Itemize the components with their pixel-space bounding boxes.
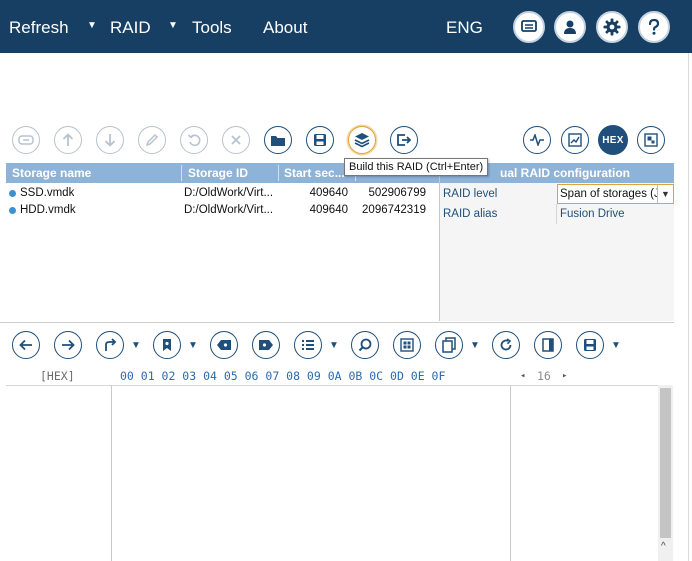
bookmark-dropdown-icon[interactable]: ▼ <box>188 341 198 351</box>
width-decrease-icon[interactable]: ◂ <box>520 369 525 383</box>
raid-level-value: Span of storages (J <box>560 188 660 200</box>
table-row[interactable]: SSD.vmdk D:/OldWork/Virt... 409640 50290… <box>6 185 439 202</box>
storage-status-icon <box>9 190 16 197</box>
raid-alias-field[interactable]: Fusion Drive <box>560 204 625 224</box>
tools-menu[interactable]: Tools <box>192 0 232 53</box>
table-row[interactable]: HDD.vmdk D:/OldWork/Virt... 409640 20967… <box>6 202 439 219</box>
horizontal-splitter[interactable] <box>0 322 674 323</box>
storage-name: SSD.vmdk <box>20 187 75 199</box>
raid-alias-label: RAID alias <box>443 208 498 220</box>
prev-bookmark-icon[interactable] <box>210 331 238 359</box>
raid-level-label: RAID level <box>443 188 498 200</box>
raid-menu[interactable]: RAID <box>110 0 151 53</box>
panel-icon[interactable] <box>534 331 562 359</box>
edit-icon[interactable] <box>138 126 166 154</box>
column-storage-id[interactable]: Storage ID <box>188 163 278 183</box>
sector-count: 502906799 <box>368 187 426 199</box>
hex-view-area[interactable] <box>6 385 673 561</box>
raid-level-row: RAID level Span of storages (J ▼ <box>440 184 674 204</box>
jump-icon[interactable] <box>96 331 124 359</box>
raid-level-select[interactable]: Span of storages (J ▼ <box>557 184 674 204</box>
refresh-menu[interactable]: Refresh <box>9 0 69 53</box>
column-storage-name[interactable]: Storage name <box>12 163 182 183</box>
build-raid-icon[interactable] <box>348 126 376 154</box>
tile-icon[interactable] <box>637 126 665 154</box>
down-arrow-icon[interactable] <box>96 126 124 154</box>
list-dropdown-icon[interactable]: ▼ <box>329 341 339 351</box>
grid-icon[interactable] <box>393 331 421 359</box>
language-selector[interactable]: ENG <box>446 0 483 53</box>
merge-icon[interactable] <box>12 126 40 154</box>
storage-name: HDD.vmdk <box>20 204 76 216</box>
storage-status-icon <box>9 207 16 214</box>
monitor-icon[interactable] <box>513 11 545 43</box>
about-menu[interactable]: About <box>263 0 307 53</box>
open-folder-icon[interactable] <box>264 126 292 154</box>
refresh-dropdown-icon[interactable]: ▼ <box>87 0 97 53</box>
chart-icon[interactable] <box>561 126 589 154</box>
start-sector: 409640 <box>309 187 348 199</box>
jump-dropdown-icon[interactable]: ▼ <box>131 341 141 351</box>
gear-icon[interactable] <box>596 11 628 43</box>
list-icon[interactable] <box>294 331 322 359</box>
top-menu-bar: Refresh ▼ RAID ▼ Tools About ENG <box>0 0 692 53</box>
build-raid-tooltip: Build this RAID (Ctrl+Enter) <box>344 158 489 176</box>
forward-icon[interactable] <box>54 331 82 359</box>
save-icon[interactable] <box>576 331 604 359</box>
hex-scrollbar-thumb[interactable] <box>660 388 671 538</box>
copy-dropdown-icon[interactable]: ▼ <box>470 341 480 351</box>
back-icon[interactable] <box>12 331 40 359</box>
user-icon[interactable] <box>554 11 586 43</box>
start-sector: 409640 <box>309 204 348 216</box>
up-arrow-icon[interactable] <box>54 126 82 154</box>
scroll-up-icon[interactable]: ^ <box>661 541 666 552</box>
window-right-edge <box>688 53 692 561</box>
sector-count: 2096742319 <box>362 204 426 216</box>
bookmark-icon[interactable] <box>153 331 181 359</box>
undo-icon[interactable] <box>180 126 208 154</box>
save-dropdown-icon[interactable]: ▼ <box>611 341 621 351</box>
storage-id: D:/OldWork/Virt... <box>184 204 274 216</box>
raid-alias-row: RAID alias Fusion Drive <box>440 204 674 224</box>
delete-icon[interactable] <box>222 126 250 154</box>
save-icon[interactable] <box>306 126 334 154</box>
export-icon[interactable] <box>390 126 418 154</box>
copy-icon[interactable] <box>435 331 463 359</box>
hex-column-header: 00 01 02 03 04 05 06 07 08 09 0A 0B 0C 0… <box>120 369 446 383</box>
hex-icon[interactable]: HEX <box>598 125 628 155</box>
raid-dropdown-icon[interactable]: ▼ <box>168 0 178 53</box>
search-icon[interactable] <box>351 331 379 359</box>
chevron-down-icon[interactable]: ▼ <box>657 185 673 203</box>
hex-offset-header: [HEX] <box>40 369 75 383</box>
bytes-per-row: 16 <box>537 369 551 383</box>
help-icon[interactable] <box>638 11 670 43</box>
text-column-divider <box>510 385 511 561</box>
width-increase-icon[interactable]: ▸ <box>562 369 567 383</box>
pulse-icon[interactable] <box>523 126 551 154</box>
refresh-icon[interactable] <box>492 331 520 359</box>
storage-id: D:/OldWork/Virt... <box>184 187 274 199</box>
next-bookmark-icon[interactable] <box>252 331 280 359</box>
offset-column-divider <box>111 385 112 561</box>
